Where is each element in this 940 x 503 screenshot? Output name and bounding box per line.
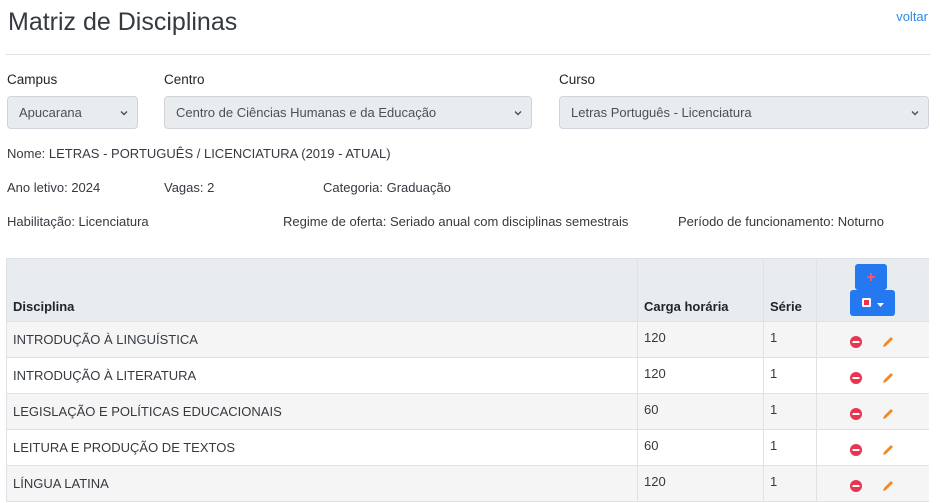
cell-serie: 1: [763, 429, 817, 466]
cell-carga: 60: [637, 393, 764, 430]
disciplinas-table-container: Disciplina Carga horária Série INTRODUÇÃ…: [6, 258, 929, 503]
pencil-icon[interactable]: [881, 371, 895, 385]
cell-serie: 1: [763, 357, 817, 394]
cell-carga: 120: [637, 321, 764, 358]
header-disciplina: Disciplina: [6, 258, 638, 322]
file-export-icon: [861, 296, 872, 311]
cell-carga: 120: [637, 465, 764, 502]
centro-select-value: Centro de Ciências Humanas e da Educação: [176, 105, 437, 120]
cell-actions: [816, 429, 929, 466]
vagas: Vagas: 2: [164, 180, 215, 195]
pencil-icon[interactable]: [881, 443, 895, 457]
cell-carga: 60: [637, 429, 764, 466]
table-row: INTRODUÇÃO À LITERATURA 120 1: [6, 357, 929, 394]
minus-circle-icon[interactable]: [849, 443, 863, 457]
cell-serie: 1: [763, 465, 817, 502]
table-row: LEITURA E PRODUÇÃO DE TEXTOS 60 1: [6, 429, 929, 466]
course-name: Nome: LETRAS - PORTUGUÊS / LICENCIATURA …: [7, 146, 391, 161]
cell-disciplina: INTRODUÇÃO À LINGUÍSTICA: [6, 321, 638, 358]
chevron-down-icon: [910, 97, 920, 128]
header-serie: Série: [763, 258, 817, 322]
pencil-icon[interactable]: [881, 479, 895, 493]
disciplinas-table: Disciplina Carga horária Série INTRODUÇÃ…: [6, 258, 929, 502]
campus-select[interactable]: Apucarana: [7, 96, 138, 129]
divider: [6, 54, 930, 55]
back-link[interactable]: voltar: [896, 9, 928, 24]
add-disciplina-button[interactable]: [855, 264, 887, 290]
cell-disciplina: INTRODUÇÃO À LITERATURA: [6, 357, 638, 394]
table-row: LEGISLAÇÃO E POLÍTICAS EDUCACIONAIS 60 1: [6, 393, 929, 430]
campus-select-value: Apucarana: [19, 105, 82, 120]
header-actions: [816, 258, 929, 322]
cell-actions: [816, 357, 929, 394]
minus-circle-icon[interactable]: [849, 407, 863, 421]
cell-actions: [816, 393, 929, 430]
table-row: LÍNGUA LATINA 120 1: [6, 465, 929, 502]
ano-letivo: Ano letivo: 2024: [7, 180, 101, 195]
cell-serie: 1: [763, 321, 817, 358]
table-row: INTRODUÇÃO À LINGUÍSTICA 120 1: [6, 321, 929, 358]
caret-down-icon: [877, 296, 884, 311]
curso-select[interactable]: Letras Português - Licenciatura: [559, 96, 929, 129]
cell-disciplina: LÍNGUA LATINA: [6, 465, 638, 502]
campus-label: Campus: [7, 72, 58, 87]
cell-disciplina: LEGISLAÇÃO E POLÍTICAS EDUCACIONAIS: [6, 393, 638, 430]
cell-serie: 1: [763, 393, 817, 430]
pencil-icon[interactable]: [881, 335, 895, 349]
chevron-down-icon: [119, 97, 129, 128]
curso-label: Curso: [559, 72, 596, 87]
minus-circle-icon[interactable]: [849, 479, 863, 493]
centro-label: Centro: [164, 72, 205, 87]
cell-actions: [816, 465, 929, 502]
curso-select-value: Letras Português - Licenciatura: [571, 105, 752, 120]
page-title: Matriz de Disciplinas: [8, 8, 238, 36]
pencil-icon[interactable]: [881, 407, 895, 421]
regime-oferta: Regime de oferta: Seriado anual com disc…: [283, 214, 629, 229]
periodo-funcionamento: Período de funcionamento: Noturno: [678, 214, 884, 229]
habilitacao: Habilitação: Licenciatura: [7, 214, 149, 229]
centro-select[interactable]: Centro de Ciências Humanas e da Educação: [164, 96, 532, 129]
chevron-down-icon: [513, 97, 523, 128]
plus-icon: [866, 270, 876, 285]
minus-circle-icon[interactable]: [849, 335, 863, 349]
cell-carga: 120: [637, 357, 764, 394]
cell-actions: [816, 321, 929, 358]
categoria: Categoria: Graduação: [323, 180, 451, 195]
header-carga-horaria: Carga horária: [637, 258, 764, 322]
minus-circle-icon[interactable]: [849, 371, 863, 385]
cell-disciplina: LEITURA E PRODUÇÃO DE TEXTOS: [6, 429, 638, 466]
export-dropdown-button[interactable]: [850, 290, 895, 316]
table-header-row: Disciplina Carga horária Série: [6, 258, 929, 322]
